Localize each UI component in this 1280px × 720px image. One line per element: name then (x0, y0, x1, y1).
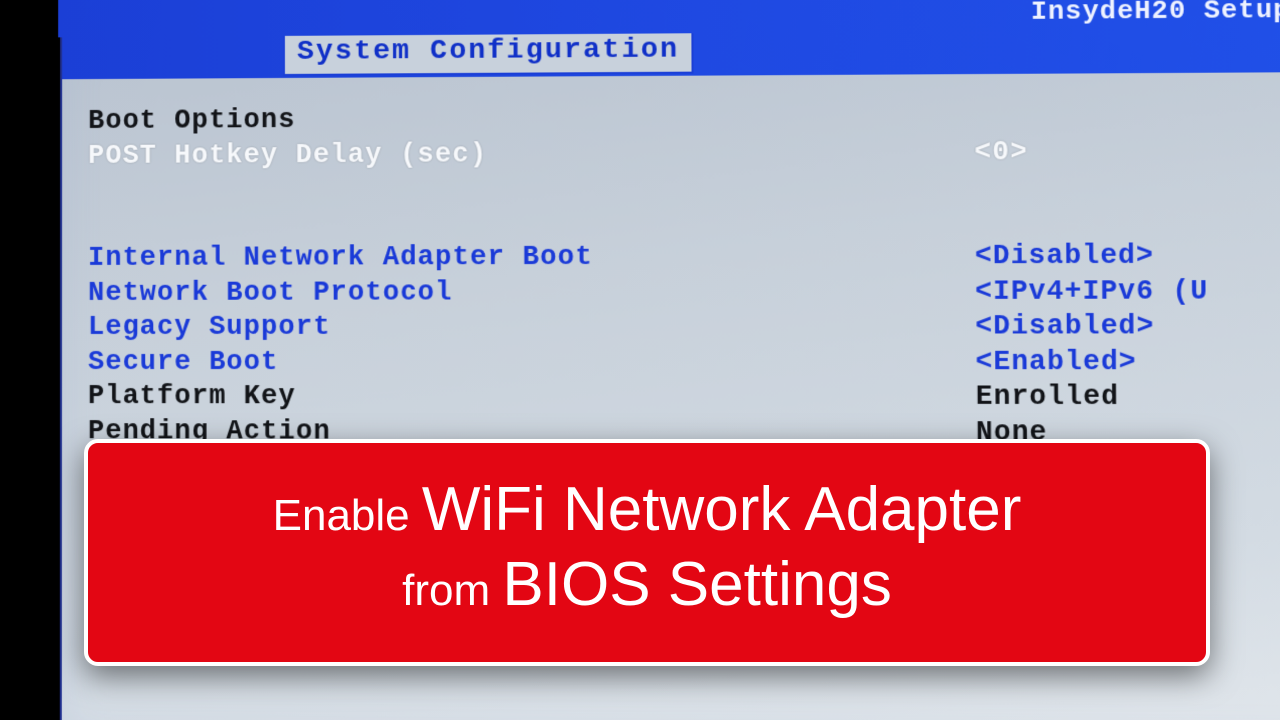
value-platform-key: Enrolled (976, 381, 1280, 417)
label-boot-options: Boot Options (88, 100, 974, 139)
label-network-boot-protocol: Network Boot Protocol (88, 275, 975, 311)
row-post-hotkey-delay[interactable]: POST Hotkey Delay (sec) <0> (88, 134, 1280, 174)
blank-row (88, 169, 1280, 208)
bios-content: Boot Options POST Hotkey Delay (sec) <0>… (62, 72, 1280, 452)
label-legacy-support: Legacy Support (88, 310, 975, 345)
label-post-hotkey-delay: POST Hotkey Delay (sec) (88, 136, 974, 174)
caption-part-bios: BIOS Settings (502, 550, 891, 619)
label-internal-network-adapter-boot: Internal Network Adapter Boot (88, 240, 975, 277)
label-secure-boot: Secure Boot (88, 345, 976, 380)
row-internal-network-adapter-boot[interactable]: Internal Network Adapter Boot <Disabled> (88, 239, 1280, 277)
bios-title-text: InsydeH20 Setup Ut (1031, 0, 1280, 27)
tab-label: System Configuration (297, 34, 679, 68)
row-secure-boot[interactable]: Secure Boot <Enabled> (88, 345, 1280, 380)
caption-line-2: from BIOS Settings (108, 548, 1186, 622)
row-legacy-support[interactable]: Legacy Support <Disabled> (88, 310, 1280, 346)
value-legacy-support: <Disabled> (975, 310, 1280, 346)
value-internal-network-adapter-boot: <Disabled> (975, 239, 1280, 275)
row-network-boot-protocol[interactable]: Network Boot Protocol <IPv4+IPv6 (U (88, 274, 1280, 311)
tab-row-spacer (62, 36, 283, 79)
blank-row (88, 204, 1280, 242)
bios-tab-row: System Configuration (62, 29, 1280, 79)
value-secure-boot: <Enabled> (975, 345, 1280, 380)
overlay-caption: Enable WiFi Network Adapter from BIOS Se… (84, 439, 1210, 666)
caption-part-wifi: WiFi Network Adapter (422, 475, 1022, 544)
value-network-boot-protocol: <IPv4+IPv6 (U (975, 274, 1280, 310)
row-platform-key[interactable]: Platform Key Enrolled (88, 380, 1280, 416)
value-post-hotkey-delay: <0> (974, 134, 1280, 171)
caption-part-enable: Enable (273, 491, 422, 540)
caption-line-1: Enable WiFi Network Adapter (108, 473, 1186, 547)
label-platform-key: Platform Key (88, 380, 976, 416)
caption-part-from: from (402, 566, 502, 615)
tab-system-configuration[interactable]: System Configuration (283, 31, 694, 76)
row-boot-options[interactable]: Boot Options (88, 99, 1280, 140)
value-boot-options (974, 99, 1280, 136)
